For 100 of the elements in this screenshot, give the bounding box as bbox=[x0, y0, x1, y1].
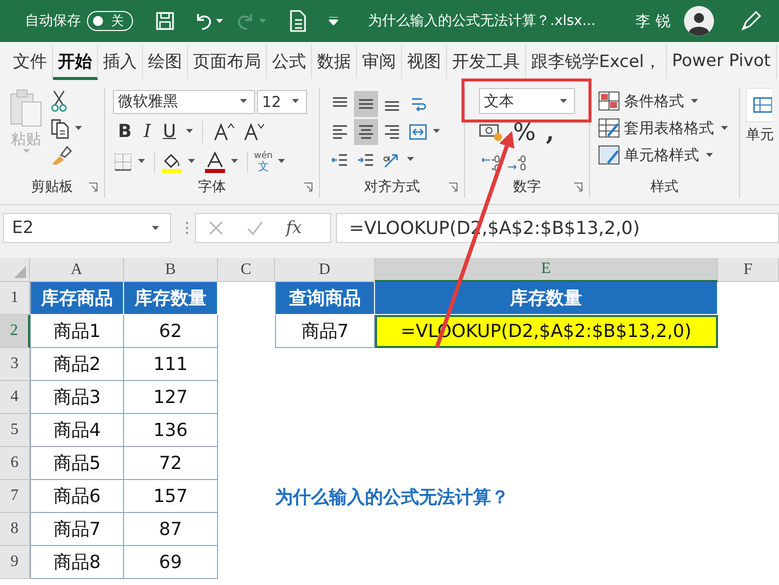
row-header[interactable]: 1 bbox=[0, 282, 30, 315]
align-middle-icon[interactable] bbox=[354, 90, 378, 116]
conditional-format-button[interactable]: 条件格式 bbox=[598, 88, 731, 114]
caret-icon[interactable] bbox=[231, 159, 238, 164]
autosave-label: 自动保存 bbox=[25, 12, 81, 30]
caret-icon[interactable] bbox=[216, 18, 223, 24]
avatar-icon[interactable] bbox=[684, 6, 714, 36]
caret-icon[interactable] bbox=[560, 98, 567, 104]
name-box[interactable]: E2 bbox=[3, 213, 171, 243]
header-cell: 查询商品 bbox=[275, 282, 375, 315]
row-header[interactable]: 4 bbox=[0, 381, 30, 414]
caret-icon[interactable] bbox=[75, 126, 82, 130]
row-header[interactable]: 7 bbox=[0, 480, 30, 513]
table-cell: 136 bbox=[124, 414, 218, 447]
dialog-launcher-icon[interactable] bbox=[573, 182, 583, 192]
table-cell: 商品8 bbox=[30, 546, 124, 579]
row-header[interactable]: 9 bbox=[0, 546, 30, 579]
header-cell: 库存商品 bbox=[30, 282, 124, 315]
format-painter-icon[interactable] bbox=[50, 144, 72, 166]
column-header[interactable]: C bbox=[218, 258, 275, 282]
drag-handle-icon[interactable] bbox=[185, 221, 189, 235]
row-header[interactable]: 8 bbox=[0, 513, 30, 546]
bold-button[interactable]: B bbox=[113, 121, 137, 142]
italic-button[interactable]: I bbox=[138, 121, 156, 142]
header-cell: 库存数量 bbox=[124, 282, 218, 315]
row-header[interactable]: 5 bbox=[0, 414, 30, 447]
shrink-font-icon[interactable] bbox=[243, 122, 266, 142]
caret-icon[interactable] bbox=[691, 98, 698, 104]
caret-icon[interactable] bbox=[186, 129, 194, 134]
table-cell: 157 bbox=[124, 480, 218, 513]
font-color-icon[interactable] bbox=[204, 150, 226, 172]
table-cell: 商品6 bbox=[30, 480, 124, 513]
save-icon[interactable] bbox=[155, 11, 175, 31]
column-header[interactable]: D bbox=[275, 258, 375, 282]
dialog-launcher-icon[interactable] bbox=[88, 182, 98, 192]
cell-styles-button[interactable]: 单元格样式 bbox=[598, 142, 731, 168]
font-name-field[interactable]: 微软雅黑 bbox=[113, 90, 255, 114]
caret-icon[interactable] bbox=[292, 99, 299, 104]
group-label: 数字 bbox=[513, 178, 541, 196]
row-header[interactable]: 6 bbox=[0, 447, 30, 480]
number-format-field[interactable]: 文本 bbox=[479, 88, 575, 114]
table-cell: 商品7 bbox=[30, 513, 124, 546]
table-cell: 111 bbox=[124, 348, 218, 381]
cell-brush-icon bbox=[598, 145, 620, 165]
increase-decimal-icon[interactable] bbox=[479, 152, 501, 172]
comma-style-button[interactable]: , bbox=[546, 117, 554, 146]
table-cell: 商品5 bbox=[30, 447, 124, 480]
cells-label[interactable]: 单元 bbox=[746, 126, 774, 144]
font-size-field[interactable]: 12 bbox=[257, 90, 307, 114]
group-label: 样式 bbox=[650, 178, 678, 196]
caret-icon[interactable] bbox=[407, 157, 414, 162]
decrease-decimal-icon[interactable] bbox=[505, 152, 527, 172]
table-brush-icon bbox=[598, 118, 620, 138]
caret-icon[interactable] bbox=[138, 159, 145, 164]
phonetic-button[interactable]: wén 文 bbox=[254, 152, 273, 172]
grid-icon bbox=[598, 91, 620, 111]
row-header[interactable]: 3 bbox=[0, 348, 30, 381]
group-label: 对齐方式 bbox=[364, 178, 420, 196]
table-cell: 72 bbox=[124, 447, 218, 480]
column-header[interactable]: E bbox=[375, 258, 718, 282]
caret-icon[interactable] bbox=[433, 129, 440, 134]
document-icon[interactable] bbox=[289, 10, 307, 32]
column-header[interactable]: A bbox=[30, 258, 124, 282]
caret-icon[interactable] bbox=[240, 99, 247, 104]
table-cell: 商品4 bbox=[30, 414, 124, 447]
caret-icon[interactable] bbox=[188, 159, 195, 164]
cells-icon[interactable] bbox=[746, 88, 772, 122]
customize-icon[interactable] bbox=[329, 17, 338, 25]
autosave-toggle[interactable]: 关 bbox=[87, 11, 133, 31]
user-name: 李 锐 bbox=[636, 12, 670, 30]
column-header[interactable]: F bbox=[718, 258, 779, 282]
group-label: 字体 bbox=[198, 178, 226, 196]
accounting-format-icon[interactable] bbox=[479, 122, 503, 142]
insert-function-button[interactable]: fx bbox=[286, 218, 302, 238]
table-cell: 商品1 bbox=[30, 315, 124, 348]
table-cell: 商品3 bbox=[30, 381, 124, 414]
table-cell: 87 bbox=[124, 513, 218, 546]
format-as-table-button[interactable]: 套用表格格式 bbox=[598, 115, 731, 141]
group-label: 剪贴板 bbox=[31, 178, 73, 196]
table-cell: 69 bbox=[124, 546, 218, 579]
table-cell: 商品2 bbox=[30, 348, 124, 381]
underline-button[interactable]: U bbox=[158, 121, 182, 142]
column-header[interactable]: B bbox=[124, 258, 218, 282]
borders-icon[interactable] bbox=[113, 152, 133, 172]
caret-icon[interactable] bbox=[152, 226, 159, 230]
cut-icon[interactable] bbox=[50, 90, 68, 112]
window-title: 为什么输入的公式无法计算？.xlsx... bbox=[368, 12, 596, 30]
caret-icon[interactable] bbox=[721, 126, 728, 130]
grow-font-icon[interactable] bbox=[213, 122, 236, 142]
sheet-heading: 为什么输入的公式无法计算？ bbox=[275, 486, 510, 510]
caret-icon[interactable] bbox=[706, 152, 713, 158]
align-center-icon[interactable] bbox=[354, 118, 378, 144]
dialog-launcher-icon[interactable] bbox=[448, 182, 458, 192]
row-header[interactable]: 2 bbox=[0, 315, 30, 348]
table-cell: 127 bbox=[124, 381, 218, 414]
pen-icon[interactable] bbox=[740, 10, 762, 32]
dialog-launcher-icon[interactable] bbox=[303, 182, 313, 192]
percent-button[interactable]: % bbox=[513, 120, 536, 144]
copy-icon[interactable] bbox=[50, 117, 70, 139]
caret-icon[interactable] bbox=[278, 159, 285, 164]
